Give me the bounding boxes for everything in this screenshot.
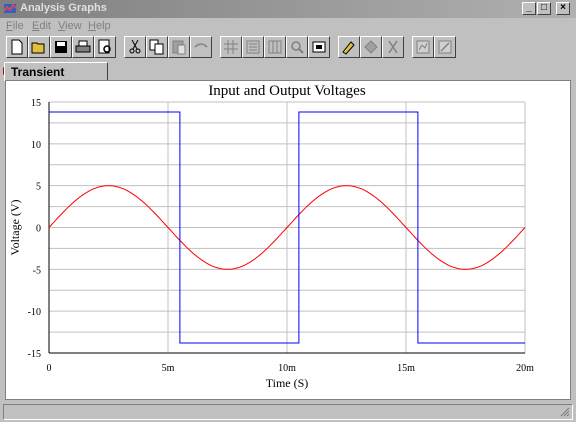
export-button[interactable]	[412, 36, 434, 58]
menu-view[interactable]: View	[58, 20, 82, 32]
tab-transient-analysis[interactable]: Transient Analysis	[4, 62, 108, 93]
new-icon	[11, 39, 23, 55]
export-icon	[416, 40, 430, 54]
y-tick-label: -5	[33, 265, 41, 276]
menu-file[interactable]: File	[6, 20, 24, 32]
y-tick-label: 10	[31, 140, 41, 151]
minimize-icon: _	[526, 2, 532, 13]
chart-title: Input and Output Voltages	[208, 83, 366, 99]
undo-icon	[194, 43, 208, 48]
save-button[interactable]	[50, 36, 72, 58]
x-tick-label: 0	[47, 363, 52, 374]
menu-bar: File Edit View Help	[0, 18, 576, 35]
print-preview-icon	[98, 39, 111, 54]
properties-icon	[388, 40, 398, 54]
print-preview-button[interactable]	[94, 36, 116, 58]
maximize-icon: □	[540, 2, 548, 13]
reverse-button[interactable]	[360, 36, 382, 58]
toolbar	[4, 36, 572, 60]
undo-button[interactable]	[190, 36, 212, 58]
print-button[interactable]	[72, 36, 94, 58]
color-button[interactable]	[338, 36, 360, 58]
y-tick-label: -15	[28, 349, 41, 360]
legend-button[interactable]	[242, 36, 264, 58]
menu-edit[interactable]: Edit	[32, 20, 51, 32]
plot-panel: 15 10 5 0 -5 -10 -15 0 5m 10m 15m 20m Input and Outp…	[5, 80, 571, 400]
y-tick-label: 15	[31, 98, 41, 109]
menu-help[interactable]: Help	[88, 20, 111, 32]
x-tick-label: 5m	[162, 363, 175, 374]
paste-button[interactable]	[168, 36, 190, 58]
y-tick-label: 5	[36, 182, 41, 193]
zoom-button[interactable]	[286, 36, 308, 58]
properties-button[interactable]	[382, 36, 404, 58]
grid-icon	[224, 40, 238, 54]
x-axis-label: Time (S)	[266, 376, 309, 390]
overlay-button[interactable]	[308, 36, 330, 58]
zoom-icon	[291, 41, 304, 54]
open-button[interactable]	[28, 36, 50, 58]
reverse-icon	[364, 40, 378, 54]
color-icon	[342, 41, 355, 55]
new-button[interactable]	[6, 36, 28, 58]
copy-icon	[149, 39, 164, 55]
print-icon	[75, 40, 91, 53]
cut-button[interactable]	[124, 36, 146, 58]
status-bar	[3, 404, 573, 420]
legend-icon	[246, 40, 260, 54]
cut-icon	[129, 39, 141, 54]
grid-button[interactable]	[220, 36, 242, 58]
x-tick-label: 20m	[516, 363, 534, 374]
settings-icon	[438, 40, 452, 54]
paste-icon	[172, 40, 186, 55]
copy-button[interactable]	[146, 36, 168, 58]
maximize-button[interactable]: □	[537, 2, 551, 15]
tab-strip: Transient Analysis	[0, 62, 576, 93]
cursor-button[interactable]	[264, 36, 286, 58]
close-icon: ×	[560, 2, 566, 13]
chart: 15 10 5 0 -5 -10 -15 0 5m 10m 15m 20m Input and Outp…	[8, 83, 534, 390]
y-tick-label: 0	[36, 224, 41, 235]
x-tick-label: 15m	[397, 363, 415, 374]
window-title: Analysis Graphs	[20, 2, 107, 14]
resize-grip-icon[interactable]	[560, 407, 570, 417]
title-bar: Analysis Graphs _ □ ×	[0, 0, 576, 18]
cursor-icon	[268, 40, 282, 54]
x-tick-label: 10m	[278, 363, 296, 374]
y-axis-label: Voltage (V)	[8, 199, 22, 255]
close-button[interactable]: ×	[556, 2, 570, 15]
open-icon	[31, 42, 45, 54]
minimize-button[interactable]: _	[522, 2, 536, 15]
overlay-icon	[312, 41, 326, 53]
settings-button[interactable]	[434, 36, 456, 58]
save-icon	[55, 41, 67, 53]
app-icon	[3, 3, 17, 13]
y-tick-label: -10	[28, 307, 41, 318]
